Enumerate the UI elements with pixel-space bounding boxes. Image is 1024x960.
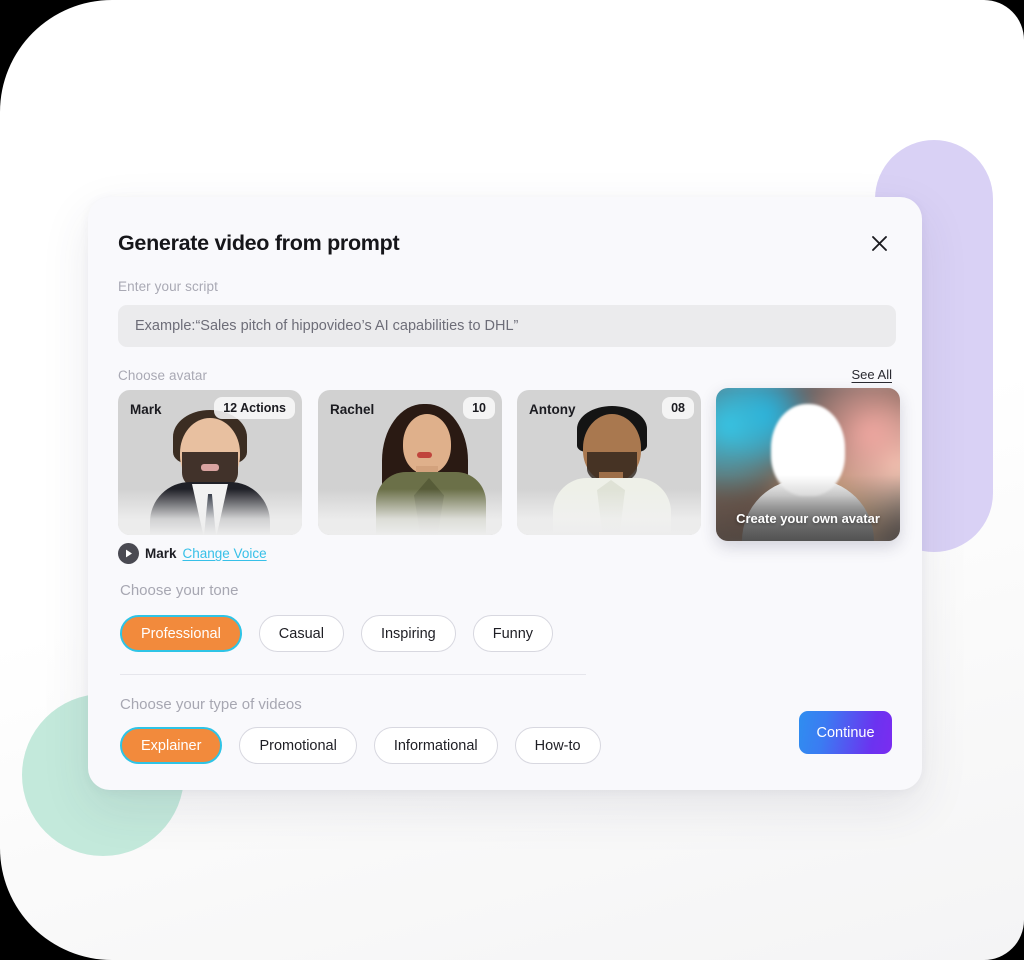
tone-options: Professional Casual Inspiring Funny: [120, 615, 554, 652]
section-divider: [120, 674, 586, 675]
modal-header: Generate video from prompt: [118, 230, 892, 256]
avatar-card-antony[interactable]: Antony 08: [517, 390, 701, 535]
selected-voice-name: Mark: [145, 546, 177, 561]
avatar-list: Mark 12 Actions Rachel 10 Antony 08 Crea…: [118, 388, 900, 542]
script-input[interactable]: [118, 305, 896, 347]
tone-heading: Choose your tone: [120, 582, 239, 599]
tone-option-inspiring[interactable]: Inspiring: [360, 615, 456, 652]
video-type-options: Explainer Promotional Informational How-…: [120, 727, 601, 764]
script-field-label: Enter your script: [118, 279, 218, 294]
avatar-action-badge: 10: [463, 397, 495, 419]
photo-fade: [517, 489, 701, 535]
create-avatar-label: Create your own avatar: [736, 511, 880, 526]
label-scrim: [716, 475, 900, 541]
page-background: Generate video from prompt Enter your sc…: [0, 0, 1024, 960]
video-type-heading: Choose your type of videos: [120, 696, 302, 713]
photo-fade: [118, 489, 302, 535]
video-type-option-how-to[interactable]: How-to: [514, 727, 601, 764]
avatar-name: Rachel: [330, 402, 375, 417]
avatar-card-mark[interactable]: Mark 12 Actions: [118, 390, 302, 535]
avatar-name: Antony: [529, 402, 576, 417]
video-type-option-promotional[interactable]: Promotional: [239, 727, 357, 764]
avatar-section-label: Choose avatar: [118, 368, 208, 383]
tone-option-funny[interactable]: Funny: [472, 615, 554, 652]
avatar-card-rachel[interactable]: Rachel 10: [318, 390, 502, 535]
generate-video-modal: Generate video from prompt Enter your sc…: [88, 197, 922, 790]
video-type-option-informational[interactable]: Informational: [373, 727, 498, 764]
close-icon[interactable]: [866, 230, 892, 256]
change-voice-link[interactable]: Change Voice: [183, 546, 267, 561]
video-type-option-explainer[interactable]: Explainer: [120, 727, 223, 764]
tone-option-casual[interactable]: Casual: [258, 615, 344, 652]
avatar-name: Mark: [130, 402, 162, 417]
play-icon[interactable]: [118, 543, 139, 564]
tone-option-professional[interactable]: Professional: [120, 615, 242, 652]
continue-button[interactable]: Continue: [799, 711, 892, 754]
create-your-own-avatar-card[interactable]: Create your own avatar: [716, 388, 900, 541]
avatar-action-badge: 08: [662, 397, 694, 419]
photo-fade: [318, 489, 502, 535]
see-all-link[interactable]: See All: [852, 367, 892, 382]
avatar-action-badge: 12 Actions: [214, 397, 295, 419]
voice-row: Mark Change Voice: [118, 543, 267, 564]
page-title: Generate video from prompt: [118, 230, 400, 255]
